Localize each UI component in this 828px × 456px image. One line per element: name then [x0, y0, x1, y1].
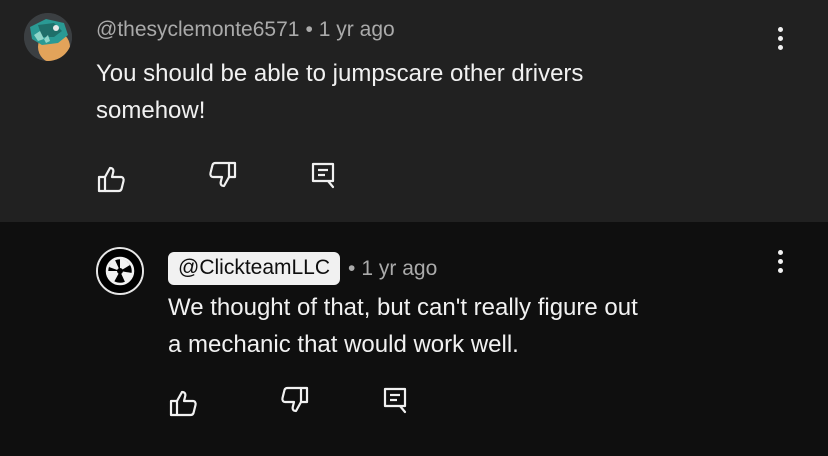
reply-text: We thought of that, but can't really fig… — [168, 289, 638, 363]
more-dot — [777, 258, 783, 264]
reply-text-line: a mechanic that would work well. — [168, 331, 519, 358]
reply-meta: @ClickteamLLC • 1 yr ago — [168, 252, 437, 286]
replier-avatar[interactable] — [96, 247, 144, 295]
dislike-icon — [209, 161, 237, 188]
reply-dislike-button[interactable] — [277, 382, 313, 418]
reply-icon — [383, 387, 407, 414]
comment-more-actions-button[interactable] — [768, 18, 792, 58]
like-button[interactable] — [93, 161, 129, 197]
reply-icon — [311, 162, 335, 189]
dislike-icon — [281, 386, 309, 413]
like-icon — [97, 166, 125, 193]
comment-text-line: somehow! — [96, 97, 206, 124]
meta-separator: • — [305, 18, 313, 41]
meta-separator: • — [348, 256, 356, 280]
reply-author-handle-chip[interactable]: @ClickteamLLC — [168, 252, 341, 286]
more-dot — [777, 35, 783, 41]
reply-timestamp[interactable]: 1 yr ago — [361, 257, 437, 281]
more-dot — [777, 249, 783, 255]
like-icon — [169, 390, 197, 417]
reply-button[interactable] — [305, 157, 341, 193]
comment-timestamp[interactable]: 1 yr ago — [319, 18, 395, 41]
comment-text: You should be able to jumpscare other dr… — [96, 55, 583, 129]
reply-text-line: We thought of that, but can't really fig… — [168, 294, 638, 321]
commenter-avatar[interactable] — [24, 13, 72, 61]
dislike-button[interactable] — [205, 157, 241, 193]
reply-more-actions-button[interactable] — [768, 241, 792, 281]
more-dot — [777, 26, 783, 32]
comment-thread-item: @thesyclemonte6571 • 1 yr ago You should b… — [0, 0, 828, 222]
comment-author-handle[interactable]: @thesyclemonte6571 — [96, 18, 299, 41]
comment-meta: @thesyclemonte6571 • 1 yr ago — [96, 18, 395, 42]
comment-reply-item: @ClickteamLLC • 1 yr ago We thought of tha… — [0, 222, 828, 456]
more-dot — [777, 267, 783, 273]
reply-reply-button[interactable] — [377, 382, 413, 418]
reply-like-button[interactable] — [165, 385, 201, 421]
more-dot — [777, 44, 783, 50]
comment-text-line: You should be able to jumpscare other dr… — [96, 60, 584, 87]
